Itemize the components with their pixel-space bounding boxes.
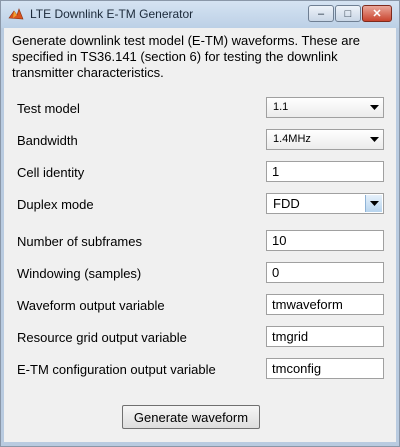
- grid-var-label: Resource grid output variable: [17, 330, 187, 345]
- cell-identity-input[interactable]: [266, 161, 384, 182]
- dropdown-arrow-icon: [366, 131, 382, 148]
- matlab-logo-icon: [8, 8, 24, 20]
- test-model-dropdown[interactable]: 1.1: [266, 97, 384, 118]
- num-subframes-input[interactable]: [266, 230, 384, 251]
- windowing-input[interactable]: [266, 262, 384, 283]
- minimize-button[interactable]: –: [308, 5, 334, 22]
- config-var-input[interactable]: [266, 358, 384, 379]
- test-model-value: 1.1: [273, 101, 289, 113]
- window-title: LTE Downlink E-TM Generator: [30, 7, 194, 21]
- config-var-label: E-TM configuration output variable: [17, 362, 216, 377]
- app-window: LTE Downlink E-TM Generator – □ ✕ Genera…: [0, 0, 400, 447]
- bandwidth-value: 1.4MHz: [273, 133, 311, 145]
- maximize-button[interactable]: □: [335, 5, 361, 22]
- waveform-var-input[interactable]: [266, 294, 384, 315]
- generate-waveform-button[interactable]: Generate waveform: [122, 405, 260, 429]
- dropdown-arrow-icon: [366, 99, 382, 116]
- windowing-label: Windowing (samples): [17, 266, 142, 281]
- dropdown-arrow-icon: [365, 195, 382, 212]
- description-text: Generate downlink test model (E-TM) wave…: [12, 33, 361, 80]
- duplex-mode-label: Duplex mode: [17, 197, 94, 212]
- duplex-mode-value: FDD: [273, 196, 300, 211]
- waveform-var-label: Waveform output variable: [17, 298, 165, 313]
- test-model-label: Test model: [17, 101, 80, 116]
- bandwidth-dropdown[interactable]: 1.4MHz: [266, 129, 384, 150]
- close-button[interactable]: ✕: [362, 5, 392, 22]
- bandwidth-label: Bandwidth: [17, 133, 78, 148]
- grid-var-input[interactable]: [266, 326, 384, 347]
- cell-identity-label: Cell identity: [17, 165, 85, 180]
- title-bar[interactable]: LTE Downlink E-TM Generator – □ ✕: [1, 1, 399, 28]
- dialog-body: Generate downlink test model (E-TM) wave…: [4, 28, 396, 442]
- num-subframes-label: Number of subframes: [17, 234, 142, 249]
- duplex-mode-dropdown[interactable]: FDD: [266, 193, 384, 214]
